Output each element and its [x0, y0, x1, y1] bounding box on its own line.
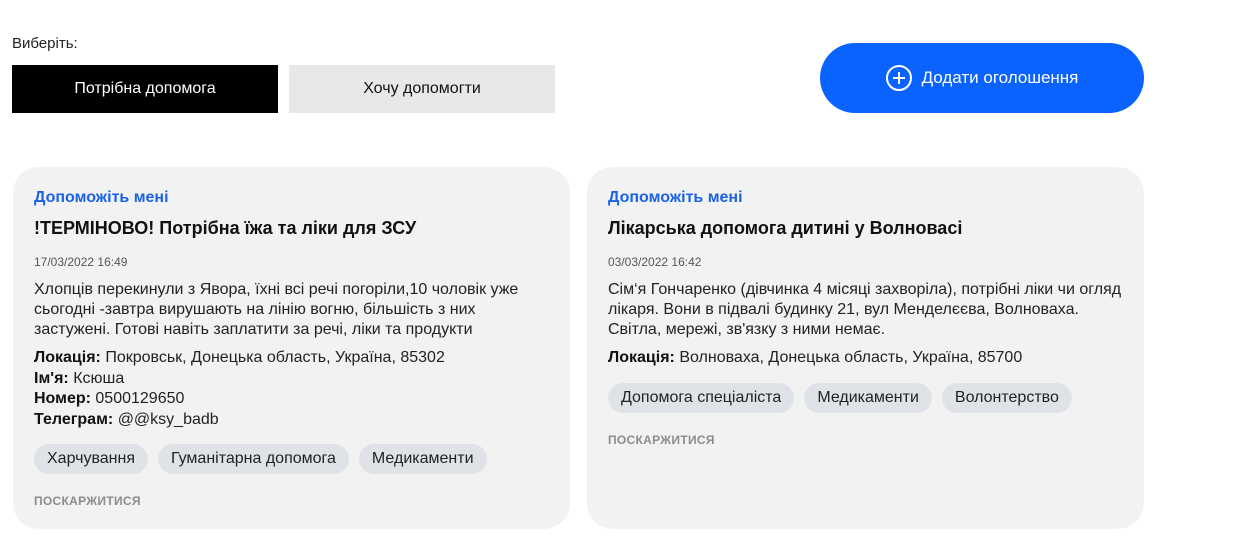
tag-medicines[interactable]: Медикаменти: [358, 444, 487, 474]
filter-label: Виберіть:: [12, 35, 78, 52]
card-title: Лікарська допомога дитині у Волновасі: [608, 218, 963, 238]
add-announcement-label: Додати оголошення: [921, 68, 1079, 87]
card-kicker: Допоможіть мені: [34, 189, 169, 206]
location-row: Локація: Покровськ, Донецька область, Ук…: [34, 348, 549, 369]
tab-need-help[interactable]: Потрібна допомога: [12, 65, 278, 113]
location-row: Локація: Волноваха, Донецька область, Ук…: [608, 348, 1123, 369]
location-label: Локація:: [34, 349, 101, 366]
name-value: Ксюша: [73, 369, 125, 387]
card-tags: Допомога спеціаліста Медикаменти Волонте…: [608, 382, 1123, 413]
location-value: Покровськ, Донецька область, Україна, 85…: [105, 349, 445, 366]
tag-volunteering[interactable]: Волонтерство: [941, 382, 1072, 413]
phone-row: Номер: 0500129650: [34, 389, 549, 410]
tag-medicines[interactable]: Медикаменти: [804, 382, 932, 413]
telegram-value: @@ksy_badb: [117, 410, 219, 428]
phone-label: Номер:: [34, 390, 91, 407]
card-title: !ТЕРМІНОВО! Потрібна їжа та ліки для ЗСУ: [34, 218, 417, 238]
location-label: Локація:: [608, 349, 675, 366]
name-label: Ім'я:: [34, 369, 69, 387]
telegram-label: Телеграм:: [34, 410, 114, 428]
card-kicker: Допоможіть мені: [608, 189, 743, 206]
card-date: 17/03/2022 16:49: [34, 255, 128, 269]
plus-circle-icon: [885, 65, 912, 91]
complain-link[interactable]: ПОСКАРЖИТИСЯ: [608, 433, 715, 447]
card-info: Локація: Волноваха, Донецька область, Ук…: [608, 348, 1123, 369]
location-value: Волноваха, Донецька область, Україна, 85…: [679, 349, 1023, 366]
tab-want-to-help[interactable]: Хочу допомогти: [289, 65, 555, 113]
card-tags: Харчування Гуманітарна допомога Медикаме…: [34, 444, 549, 474]
tag-humanitarian-aid[interactable]: Гуманітарна допомога: [158, 444, 349, 474]
card-description: Сім‘я Гончаренко (дівчинка 4 місяці захв…: [608, 281, 1122, 338]
complain-link[interactable]: ПОСКАРЖИТИСЯ: [34, 494, 141, 508]
name-row: Ім'я: Ксюша: [34, 369, 549, 390]
phone-value: 0500129650: [95, 390, 185, 407]
add-announcement-button[interactable]: Додати оголошення: [820, 43, 1144, 113]
announcement-card: Допоможіть мені Лікарська допомога дитин…: [587, 167, 1144, 529]
announcement-card: Допоможіть мені !ТЕРМІНОВО! Потрібна їжа…: [13, 167, 570, 529]
card-date: 03/03/2022 16:42: [608, 255, 702, 269]
card-description: Хлопців перекинули з Явора, їхні всі реч…: [34, 281, 519, 338]
telegram-row: Телеграм: @@ksy_badb: [34, 410, 549, 431]
tag-food[interactable]: Харчування: [34, 444, 149, 474]
card-info: Локація: Покровськ, Донецька область, Ук…: [34, 348, 549, 430]
tag-specialist-help[interactable]: Допомога спеціаліста: [608, 382, 795, 413]
